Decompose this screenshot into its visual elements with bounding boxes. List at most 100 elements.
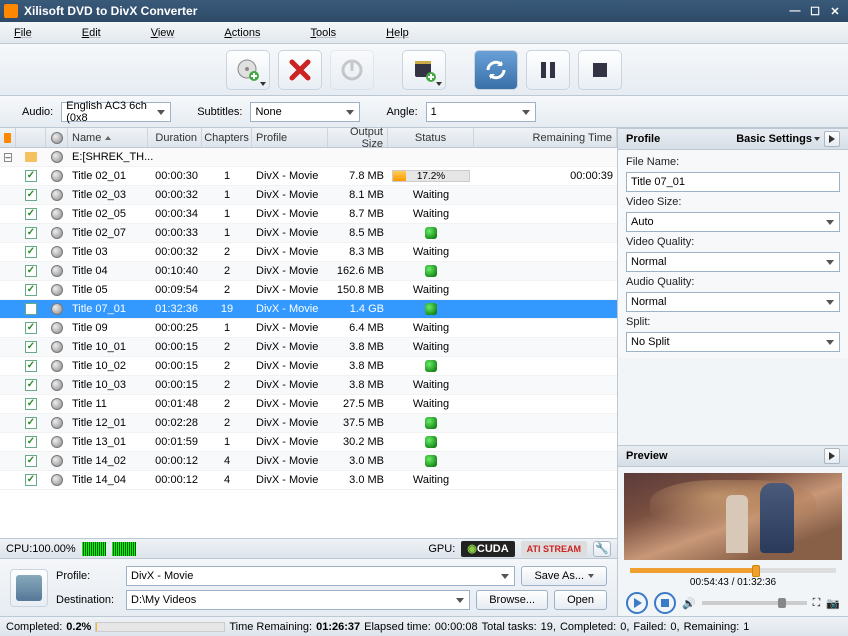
row-checkbox[interactable] [25,417,37,429]
fullscreen-icon[interactable]: ⛶ [813,597,821,610]
row-checkbox[interactable] [25,246,37,258]
cell-duration: 00:00:32 [148,189,202,201]
col-status[interactable]: Status [388,128,474,147]
stop-preview-button[interactable] [654,592,676,614]
row-checkbox[interactable] [25,208,37,220]
convert-button[interactable] [474,50,518,90]
table-row[interactable]: Title 12_0100:02:282DivX - Movie37.5 MB [0,414,617,433]
settings-dropdown[interactable]: Basic Settings [736,133,812,145]
row-checkbox[interactable] [25,284,37,296]
add-disc-button[interactable] [226,50,270,90]
table-row[interactable]: Title 02_0500:00:341DivX - Movie8.7 MBWa… [0,205,617,224]
profile-select[interactable]: DivX - Movie [126,566,515,586]
play-button[interactable] [626,592,648,614]
group-row[interactable]: – E:[SHREK_TH... [0,148,617,167]
row-checkbox[interactable] [25,474,37,486]
cuda-badge: ◉ CUDA [461,541,514,557]
table-row[interactable]: Title 02_0700:00:331DivX - Movie8.5 MB [0,224,617,243]
table-row[interactable]: Title 0300:00:322DivX - Movie8.3 MBWaiti… [0,243,617,262]
menu-file[interactable]: File [4,25,42,41]
volume-slider[interactable] [702,601,807,605]
row-checkbox[interactable] [25,265,37,277]
power-button[interactable] [330,50,374,90]
clip-button[interactable] [402,50,446,90]
menu-view[interactable]: View [141,25,185,41]
row-checkbox[interactable] [25,170,37,182]
filename-input[interactable] [626,172,840,192]
row-checkbox[interactable] [25,436,37,448]
col-check[interactable] [16,128,46,147]
audio-select[interactable]: English AC3 6ch (0x8 [61,102,171,122]
row-checkbox[interactable] [25,322,37,334]
menu-tools[interactable]: Tools [300,25,346,41]
col-chapters[interactable]: Chapters [202,128,252,147]
angle-select[interactable]: 1 [426,102,536,122]
statusbar: Completed: 0.2% Time Remaining: 01:26:37… [0,616,848,636]
pause-button[interactable] [526,50,570,90]
table-row[interactable]: Title 14_0400:00:124DivX - Movie3.0 MBWa… [0,471,617,490]
row-checkbox[interactable] [25,455,37,467]
destination-select[interactable]: D:\My Videos [126,590,470,610]
col-duration[interactable]: Duration [148,128,202,147]
row-checkbox[interactable] [25,360,37,372]
seek-thumb-icon[interactable] [752,565,760,577]
volume-thumb-icon[interactable] [778,598,786,608]
split-select[interactable]: No Split [626,332,840,352]
table-row[interactable]: Title 0400:10:402DivX - Movie162.6 MB [0,262,617,281]
maximize-button[interactable]: ☐ [806,3,824,19]
speaker-icon[interactable]: 🔊 [682,597,696,610]
cell-status: Waiting [388,379,474,391]
col-expand[interactable] [0,128,16,147]
row-checkbox[interactable] [25,341,37,353]
col-disc[interactable] [46,128,68,147]
table-row[interactable]: Title 10_0100:00:152DivX - Movie3.8 MBWa… [0,338,617,357]
table-row[interactable]: Title 02_0100:00:301DivX - Movie7.8 MB17… [0,167,617,186]
col-remaining[interactable]: Remaining Time [474,128,617,147]
table-row[interactable]: Title 02_0300:00:321DivX - Movie8.1 MBWa… [0,186,617,205]
preview-expand-button[interactable] [824,448,840,464]
menu-help[interactable]: Help [376,25,419,41]
row-checkbox[interactable] [25,189,37,201]
row-checkbox[interactable] [25,303,37,315]
col-profile[interactable]: Profile [252,128,328,147]
collapse-icon[interactable]: – [4,153,12,162]
row-checkbox[interactable] [25,227,37,239]
cell-duration: 00:01:48 [148,398,202,410]
table-row[interactable]: Title 13_0100:01:591DivX - Movie30.2 MB [0,433,617,452]
browse-button[interactable]: Browse... [476,590,548,610]
subtitles-select[interactable]: None [250,102,360,122]
table-row[interactable]: Title 1100:01:482DivX - Movie27.5 MBWait… [0,395,617,414]
snapshot-icon[interactable]: 📷 [826,597,840,610]
cell-chapters: 4 [202,455,252,467]
table-row[interactable]: Title 0500:09:542DivX - Movie150.8 MBWai… [0,281,617,300]
videoquality-select[interactable]: Normal [626,252,840,272]
col-output-size[interactable]: Output Size [328,128,388,147]
cell-name: Title 12_01 [68,417,148,429]
table-row[interactable]: Title 07_0101:32:3619DivX - Movie1.4 GB [0,300,617,319]
delete-button[interactable] [278,50,322,90]
col-name[interactable]: Name [68,128,148,147]
table-row[interactable]: Title 0900:00:251DivX - Movie6.4 MBWaiti… [0,319,617,338]
videosize-select[interactable]: Auto [626,212,840,232]
table-row[interactable]: Title 14_0200:00:124DivX - Movie3.0 MB [0,452,617,471]
minimize-button[interactable]: — [786,3,804,19]
options-row: Audio: English AC3 6ch (0x8 Subtitles: N… [0,96,848,128]
menu-edit[interactable]: Edit [72,25,111,41]
seek-slider[interactable] [630,568,836,573]
row-checkbox[interactable] [25,398,37,410]
save-as-button[interactable]: Save As... [521,566,607,586]
menu-actions[interactable]: Actions [214,25,270,41]
status-ready-icon [425,303,437,315]
expand-button[interactable] [824,131,840,147]
table-row[interactable]: Title 10_0200:00:152DivX - Movie3.8 MB [0,357,617,376]
grid-body[interactable]: – E:[SHREK_TH... Title 02_0100:00:301Div… [0,148,617,538]
row-checkbox[interactable] [25,379,37,391]
cell-name: Title 02_05 [68,208,148,220]
table-row[interactable]: Title 10_0300:00:152DivX - Movie3.8 MBWa… [0,376,617,395]
open-button[interactable]: Open [554,590,607,610]
settings-button[interactable]: 🔧 [593,541,611,557]
stop-button[interactable] [578,50,622,90]
close-button[interactable]: ✕ [826,3,844,19]
cell-duration: 01:32:36 [148,303,202,315]
audioquality-select[interactable]: Normal [626,292,840,312]
